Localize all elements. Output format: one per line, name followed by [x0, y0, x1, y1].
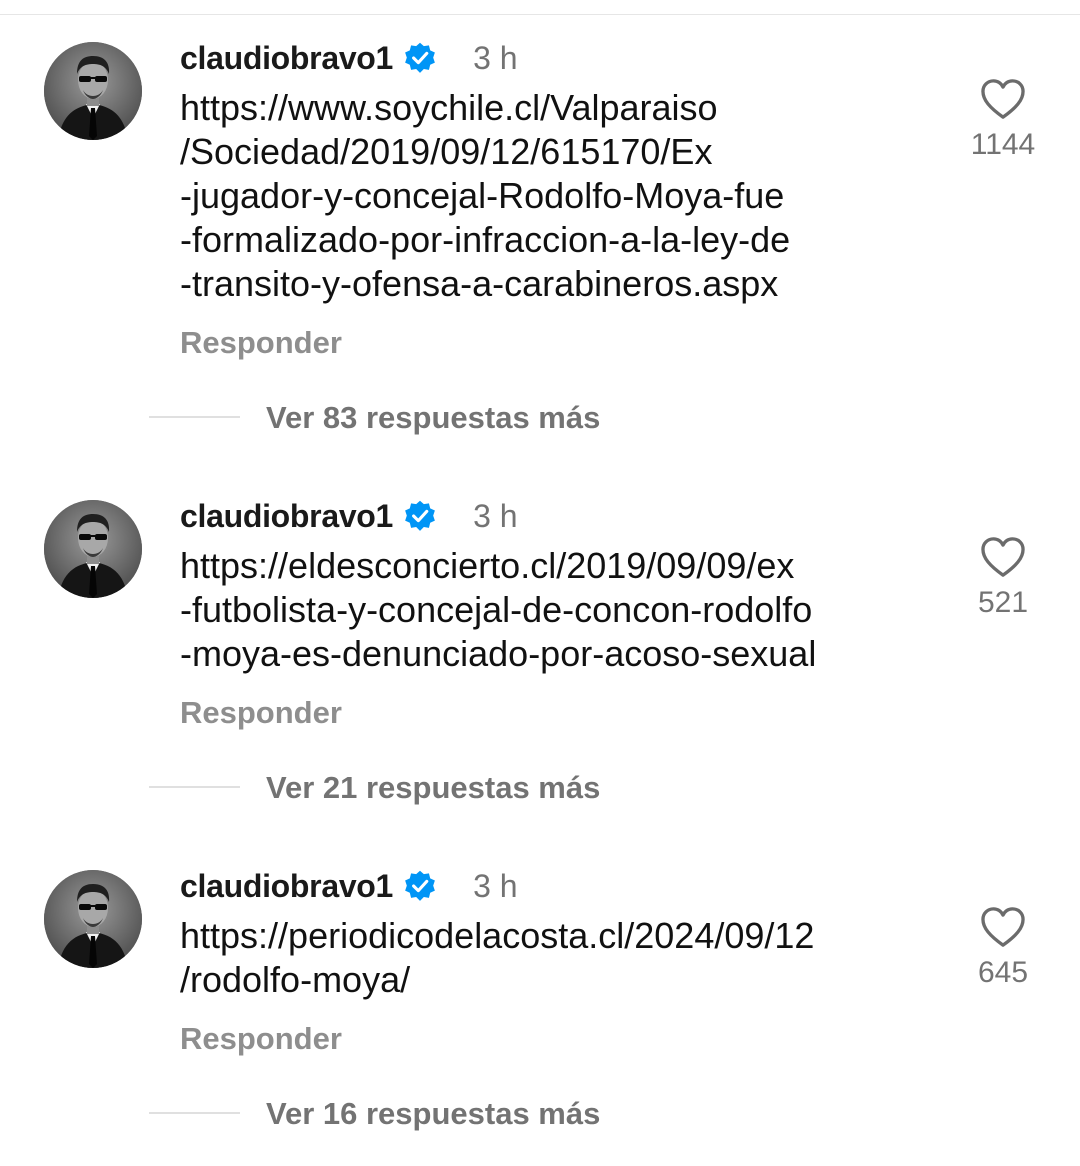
- comment-text-line[interactable]: -transito-y-ofensa-a-carabineros.aspx: [180, 262, 940, 306]
- comment-text-line[interactable]: https://www.soychile.cl/Valparaiso: [180, 86, 940, 130]
- comment-header: claudiobravo1 3 h: [180, 866, 518, 906]
- username[interactable]: claudiobravo1: [180, 868, 393, 905]
- comment-text-line[interactable]: https://eldesconcierto.cl/2019/09/09/ex: [180, 544, 940, 588]
- comment-header: claudiobravo1 3 h: [180, 38, 518, 78]
- comment-text-line[interactable]: /rodolfo-moya/: [180, 958, 940, 1002]
- username[interactable]: claudiobravo1: [180, 40, 393, 77]
- heart-icon[interactable]: [980, 906, 1026, 948]
- replies-divider: [149, 786, 240, 788]
- avatar[interactable]: [44, 42, 142, 140]
- comment-text: https://www.soychile.cl/Valparaiso /Soci…: [180, 86, 940, 306]
- comment-text-line[interactable]: /Sociedad/2019/09/12/615170/Ex: [180, 130, 940, 174]
- avatar-image: [44, 42, 142, 140]
- like-column: 1144: [955, 78, 1051, 162]
- view-more-replies-button[interactable]: Ver 83 respuestas más: [266, 400, 600, 436]
- replies-divider: [149, 1112, 240, 1114]
- view-more-replies-button[interactable]: Ver 16 respuestas más: [266, 1096, 600, 1132]
- reply-button[interactable]: Responder: [180, 1021, 342, 1057]
- comment-item: claudiobravo1 3 h https://eldesconcierto…: [0, 496, 1080, 816]
- avatar-image: [44, 500, 142, 598]
- like-column: 645: [955, 906, 1051, 990]
- comment-text-line[interactable]: -formalizado-por-infraccion-a-la-ley-de: [180, 218, 940, 262]
- like-count: 521: [977, 586, 1029, 619]
- like-count: 1144: [970, 128, 1036, 161]
- like-count: 645: [977, 956, 1029, 989]
- comment-header: claudiobravo1 3 h: [180, 496, 518, 536]
- timestamp: 3 h: [473, 867, 518, 904]
- avatar[interactable]: [44, 500, 142, 598]
- replies-divider: [149, 416, 240, 418]
- like-column: 521: [955, 536, 1051, 620]
- verified-badge-icon: [405, 870, 435, 901]
- comment-item: claudiobravo1 3 h https://periodicodelac…: [0, 866, 1080, 1156]
- comment-item: claudiobravo1 3 h https://www.soychile.c…: [0, 38, 1080, 438]
- avatar-image: [44, 870, 142, 968]
- top-divider: [0, 14, 1080, 15]
- comment-text: https://periodicodelacosta.cl/2024/09/12…: [180, 914, 940, 1002]
- reply-button[interactable]: Responder: [180, 325, 342, 361]
- comment-text-line[interactable]: -moya-es-denunciado-por-acoso-sexual: [180, 632, 940, 676]
- reply-button[interactable]: Responder: [180, 695, 342, 731]
- verified-badge-icon: [405, 500, 435, 531]
- avatar[interactable]: [44, 870, 142, 968]
- username[interactable]: claudiobravo1: [180, 498, 393, 535]
- comment-text-line[interactable]: -jugador-y-concejal-Rodolfo-Moya-fue: [180, 174, 940, 218]
- heart-icon[interactable]: [980, 78, 1026, 120]
- view-more-replies-button[interactable]: Ver 21 respuestas más: [266, 770, 600, 806]
- comment-text-line[interactable]: -futbolista-y-concejal-de-concon-rodolfo: [180, 588, 940, 632]
- verified-badge-icon: [405, 42, 435, 73]
- comment-text: https://eldesconcierto.cl/2019/09/09/ex …: [180, 544, 940, 676]
- comment-text-line[interactable]: https://periodicodelacosta.cl/2024/09/12: [180, 914, 940, 958]
- heart-icon[interactable]: [980, 536, 1026, 578]
- timestamp: 3 h: [473, 39, 518, 76]
- timestamp: 3 h: [473, 497, 518, 534]
